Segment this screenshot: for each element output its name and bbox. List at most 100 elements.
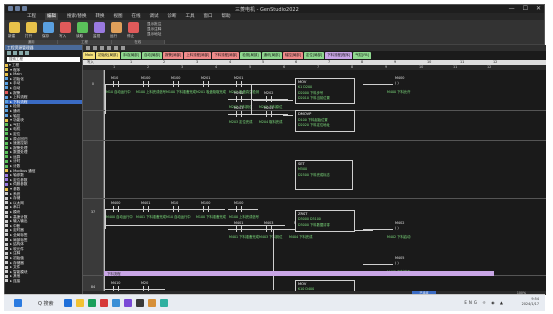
close-button[interactable]: ✕ <box>536 5 541 12</box>
taskbar-app-icon[interactable] <box>100 299 108 307</box>
contact-icon[interactable] <box>266 96 267 102</box>
rung-comment[interactable]: 下料流程 <box>104 271 494 276</box>
contact-icon[interactable] <box>236 96 237 102</box>
menu-item[interactable]: 编辑 <box>45 13 58 20</box>
program-tab[interactable]: 下料流程[局部] <box>212 52 240 59</box>
branch-wire <box>105 209 106 229</box>
ribbon-button[interactable] <box>94 22 105 33</box>
program-tab[interactable]: 手动[局部] <box>120 52 141 59</box>
coil-device: M402 <box>395 221 405 225</box>
taskbar-app-icon[interactable] <box>148 299 156 307</box>
menu-item[interactable]: 在线 <box>132 13 141 20</box>
contact-icon[interactable] <box>113 206 114 212</box>
expand-icon[interactable] <box>7 51 11 55</box>
system-tray[interactable]: ENG ☼ ◉ ▲ <box>464 300 505 305</box>
program-tab[interactable]: 通讯[局部] <box>261 52 282 59</box>
contact-icon[interactable] <box>203 206 204 212</box>
ribbon-button[interactable] <box>26 22 37 33</box>
menu-item[interactable]: 诊断 <box>168 13 177 20</box>
windows-start-icon[interactable] <box>14 299 22 307</box>
zoom-tool-icon[interactable] <box>121 46 125 50</box>
menu-item[interactable]: 搜索/替换 <box>67 13 87 20</box>
menu-item[interactable]: 窗口 <box>204 13 213 20</box>
maximize-button[interactable]: ☐ <box>523 5 528 12</box>
contact-icon[interactable] <box>271 226 272 232</box>
contact-icon[interactable] <box>271 111 272 117</box>
quick-undo-icon[interactable] <box>22 6 27 11</box>
contact-icon[interactable] <box>241 96 242 102</box>
filter-icon[interactable] <box>19 51 23 55</box>
ribbon-group-label: 工程 <box>58 40 112 44</box>
program-tab[interactable]: 初始化[局部] <box>96 52 120 59</box>
menu-item[interactable]: 视图 <box>114 13 123 20</box>
ribbon-button-label: 新建 <box>8 34 16 38</box>
menu-item[interactable]: 工具 <box>186 13 195 20</box>
ribbon-button[interactable] <box>128 22 139 33</box>
coil-icon[interactable]: ( ) <box>395 226 399 230</box>
taskbar-app-icon[interactable] <box>112 299 120 307</box>
coil-icon[interactable]: ( ) <box>395 261 399 265</box>
taskbar-app-icon[interactable] <box>136 299 144 307</box>
ribbon-option[interactable]: 显示地址 <box>147 32 161 37</box>
refresh-icon[interactable] <box>25 51 29 55</box>
taskbar-search[interactable]: Q 搜索 <box>38 300 54 307</box>
program-tab[interactable]: 上料流程[局部] <box>184 52 212 59</box>
contact-icon[interactable] <box>241 226 242 232</box>
window-controls: — ☐ ✕ <box>509 5 541 12</box>
program-tab[interactable]: 定位[局部] <box>304 52 325 59</box>
fb-tool-icon[interactable] <box>107 46 111 50</box>
contact-icon[interactable] <box>236 206 237 212</box>
explorer-search-input[interactable]: 搜索工程 <box>7 57 80 62</box>
program-tab[interactable]: Main <box>83 52 96 59</box>
contact-icon[interactable] <box>178 206 179 212</box>
program-tab[interactable]: 下料流程[程序] <box>325 52 353 59</box>
ribbon-button[interactable] <box>111 22 122 33</box>
program-tab[interactable]: 气缸[FB] <box>353 52 371 59</box>
comment-tool-icon[interactable] <box>114 46 118 50</box>
program-tab[interactable]: 报警[局部] <box>163 52 184 59</box>
taskbar-app-icon[interactable] <box>64 299 72 307</box>
menu-item[interactable]: 转换 <box>96 13 105 20</box>
contact-icon[interactable] <box>241 206 242 212</box>
function-block[interactable]: SET M500 D2500 下料完成标志 <box>295 160 353 190</box>
contact-icon[interactable] <box>148 206 149 212</box>
contact-icon[interactable] <box>266 226 267 232</box>
contact-icon[interactable] <box>173 206 174 212</box>
taskbar-app-icon[interactable] <box>88 299 96 307</box>
program-tab[interactable]: 检测[局部] <box>240 52 261 59</box>
contact-icon[interactable] <box>236 226 237 232</box>
coil-tool-icon[interactable] <box>93 46 97 50</box>
contact-tool-icon[interactable] <box>86 46 90 50</box>
ladder-canvas[interactable]: 写入 1 2 3 4 5 6 7 8 9 10 11 12 1 2 3 4 5 6 7 8 9 10 11 12 0 37 84 M… <box>83 60 546 295</box>
quick-save-icon[interactable] <box>15 6 20 11</box>
line-tool-icon[interactable] <box>100 46 104 50</box>
ribbon-button[interactable] <box>60 22 71 33</box>
menu-item[interactable]: 工程 <box>27 13 36 20</box>
clock[interactable]: 9:54 2024/1/17 <box>522 297 539 307</box>
function-block[interactable]: ZRST D3000 D3100 D3000 下料数据清零 <box>295 210 355 232</box>
program-tab[interactable]: 轴控[局部] <box>282 52 304 59</box>
ribbon-button[interactable] <box>9 22 20 33</box>
contact-icon[interactable] <box>266 111 267 117</box>
coil-icon[interactable]: ( ) <box>395 81 399 85</box>
contact-icon[interactable] <box>143 206 144 212</box>
tree-item[interactable]: ▸ 连接 <box>5 279 82 284</box>
contact-icon[interactable] <box>208 206 209 212</box>
contact-icon[interactable] <box>236 111 237 117</box>
contact-icon[interactable] <box>271 96 272 102</box>
taskbar-app-icon[interactable] <box>160 299 168 307</box>
contact-icon[interactable] <box>241 111 242 117</box>
coil-device: M405 <box>395 256 405 260</box>
ribbon-button[interactable] <box>43 22 54 33</box>
menu-item[interactable]: 调试 <box>150 13 159 20</box>
taskbar-app-icon[interactable] <box>76 299 84 307</box>
collapse-icon[interactable] <box>13 51 17 55</box>
function-block[interactable]: DMOVP D100 下料起始位置 D2020 下料定位地址 <box>295 110 355 132</box>
function-block[interactable]: MOV K1 D200 D2000 下料步号 D2010 下料当前位置 <box>295 78 355 104</box>
program-tab[interactable]: 自动[局部] <box>141 52 163 59</box>
contact-icon[interactable] <box>118 206 119 212</box>
minimize-button[interactable]: — <box>509 5 515 12</box>
ribbon-button[interactable] <box>77 22 88 33</box>
menu-item[interactable]: 帮助 <box>222 13 231 20</box>
taskbar-app-icon[interactable] <box>124 299 132 307</box>
